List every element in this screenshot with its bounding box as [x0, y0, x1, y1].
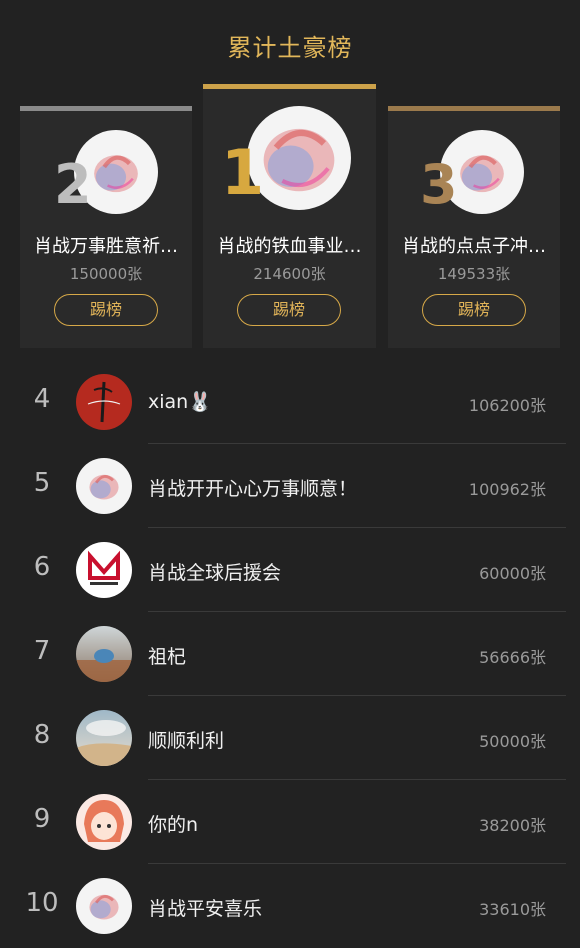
rank-number: 6	[33, 552, 51, 582]
user-name: 顺顺利利	[148, 730, 225, 752]
avatar[interactable]	[76, 794, 132, 850]
user-name: 肖战万事胜意祈…	[34, 236, 178, 257]
kick-button[interactable]: 踢榜	[422, 294, 526, 326]
avatar[interactable]	[76, 458, 132, 514]
kick-button[interactable]: 踢榜	[54, 294, 158, 326]
list-item[interactable]: 9 你的n 38200张	[0, 780, 580, 864]
photo-avatar-icon	[76, 649, 132, 682]
rank-number: 1	[221, 136, 265, 209]
page-title: 累计土豪榜	[227, 34, 353, 62]
list-item[interactable]: 4 xian🐰 106200张	[0, 360, 580, 444]
avatar[interactable]	[76, 878, 132, 934]
ticket-count: 214600张	[253, 265, 326, 283]
ranking-list: 4 xian🐰 106200张 5 肖战开开心心万事顺意！ 100962张 6	[0, 360, 580, 948]
rank-number: 9	[33, 804, 51, 834]
user-name: 祖杞	[148, 646, 187, 668]
kick-button[interactable]: 踢榜	[237, 294, 341, 326]
ticket-count: 33610张	[479, 900, 546, 919]
list-item[interactable]: 8 顺顺利利 50000张	[0, 696, 580, 780]
rank-number: 3	[420, 153, 458, 216]
ticket-count: 100962张	[468, 480, 546, 499]
user-name: 肖战的铁血事业…	[217, 236, 362, 257]
list-item[interactable]: 10 肖战平安喜乐 33610张	[0, 864, 580, 948]
user-name: 你的n	[148, 814, 199, 836]
heart-avatar-icon	[89, 474, 119, 500]
ticket-count: 150000张	[69, 265, 143, 283]
landscape-avatar-icon	[76, 720, 132, 766]
list-item[interactable]: 5 肖战开开心心万事顺意！ 100962张	[0, 444, 580, 528]
fanclub-logo-icon	[88, 550, 120, 585]
ticket-count: 50000张	[479, 732, 546, 751]
podium-rank-2: 2 肖战万事胜意祈… 150000张 踢榜	[20, 106, 192, 348]
user-name: 肖战全球后援会	[148, 562, 282, 584]
ticket-count: 60000张	[479, 564, 546, 583]
rank-number: 7	[33, 636, 51, 666]
avatar[interactable]	[76, 626, 132, 682]
avatar[interactable]	[76, 374, 132, 430]
calligraphy-avatar-icon	[87, 381, 121, 423]
anime-avatar-icon	[84, 800, 124, 842]
user-name: xian🐰	[148, 391, 212, 413]
list-item[interactable]: 7 祖杞 56666张	[0, 612, 580, 696]
podium-rank-3: 3 肖战的点点子冲… 149533张 踢榜	[388, 106, 560, 348]
podium-bar-bronze	[388, 106, 560, 111]
user-name: 肖战的点点子冲…	[402, 236, 546, 257]
rank-number: 8	[33, 720, 51, 750]
user-name: 肖战平安喜乐	[148, 898, 263, 920]
podium-bar-gold	[203, 84, 376, 89]
ticket-count: 149533张	[437, 265, 511, 283]
list-item[interactable]: 6 肖战全球后援会 60000张	[0, 528, 580, 612]
ticket-count: 56666张	[479, 648, 546, 667]
avatar[interactable]	[76, 542, 132, 598]
rank-number: 2	[54, 153, 92, 216]
rank-number: 5	[33, 468, 51, 498]
avatar[interactable]	[76, 710, 132, 766]
ticket-count: 38200张	[479, 816, 546, 835]
heart-avatar-icon	[89, 894, 119, 920]
ticket-count: 106200张	[468, 396, 546, 415]
podium-bar-silver	[20, 106, 192, 111]
podium-rank-1: 1 肖战的铁血事业… 214600张 踢榜	[203, 84, 376, 348]
rank-number: 10	[25, 888, 59, 918]
user-name: 肖战开开心心万事顺意！	[148, 478, 358, 500]
rank-number: 4	[33, 384, 51, 414]
